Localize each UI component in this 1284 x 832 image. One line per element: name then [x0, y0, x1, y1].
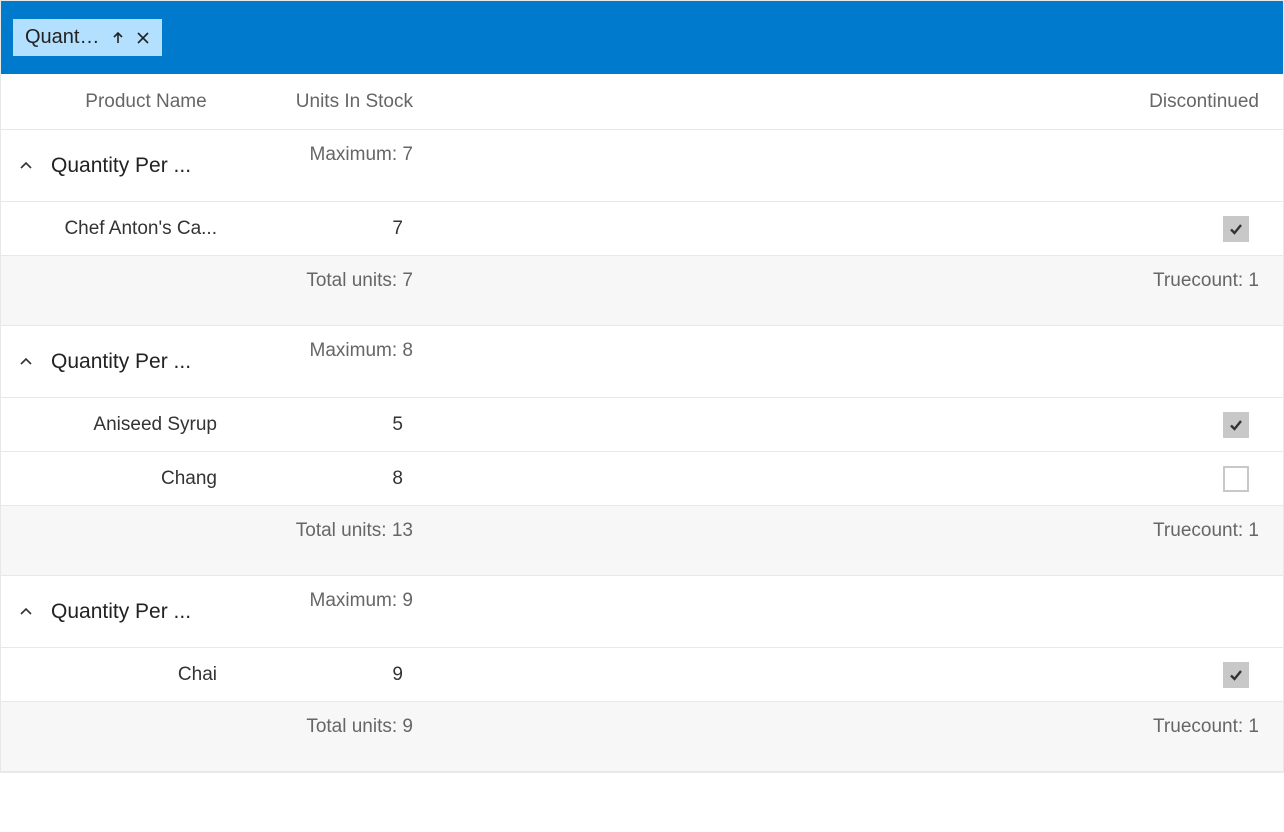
column-header-name[interactable]: Product Name: [51, 91, 241, 113]
group-chip-label: Quanti...: [25, 26, 100, 49]
cell-product-name: Chang: [51, 468, 241, 490]
column-header-discontinued[interactable]: Discontinued: [1113, 91, 1283, 113]
cell-discontinued: [1113, 216, 1283, 242]
cell-product-name: Aniseed Syrup: [51, 414, 241, 436]
group-aggregate: Maximum: 7: [241, 130, 421, 166]
cell-product-name: Chef Anton's Ca...: [51, 218, 241, 240]
footer-truecount: Truecount: 1: [1113, 270, 1283, 292]
cell-units: 5: [241, 414, 421, 436]
close-icon[interactable]: [136, 31, 150, 45]
checkbox[interactable]: [1223, 216, 1249, 242]
group-label: Quantity Per ...: [51, 154, 241, 178]
group-header[interactable]: Quantity Per ...Maximum: 7: [1, 130, 1283, 202]
group-footer: Total units: 7 Truecount: 1: [1, 256, 1283, 326]
group-label: Quantity Per ...: [51, 350, 241, 374]
group-label: Quantity Per ...: [51, 600, 241, 624]
cell-product-name: Chai: [51, 664, 241, 686]
chevron-up-icon[interactable]: [1, 158, 51, 174]
checkbox[interactable]: [1223, 466, 1249, 492]
cell-units: 9: [241, 664, 421, 686]
sort-ascending-icon[interactable]: [110, 30, 126, 46]
column-header-units[interactable]: Units In Stock: [241, 91, 421, 113]
footer-total-units: Total units: 7: [241, 270, 421, 292]
chevron-up-icon[interactable]: [1, 354, 51, 370]
footer-truecount: Truecount: 1: [1113, 520, 1283, 542]
checkbox[interactable]: [1223, 662, 1249, 688]
chevron-up-icon[interactable]: [1, 604, 51, 620]
cell-discontinued: [1113, 466, 1283, 492]
group-aggregate: Maximum: 8: [241, 326, 421, 362]
footer-truecount: Truecount: 1: [1113, 716, 1283, 738]
column-headers: Product Name Units In Stock Discontinued: [1, 74, 1283, 130]
table-row[interactable]: Chang8: [1, 452, 1283, 506]
cell-units: 8: [241, 468, 421, 490]
group-chip[interactable]: Quanti...: [13, 19, 162, 56]
group-header[interactable]: Quantity Per ...Maximum: 9: [1, 576, 1283, 648]
checkbox[interactable]: [1223, 412, 1249, 438]
table-row[interactable]: Chef Anton's Ca...7: [1, 202, 1283, 256]
data-grid: Quanti... Product Name Units In Stock Di…: [0, 0, 1284, 773]
cell-discontinued: [1113, 412, 1283, 438]
groups-container: Quantity Per ...Maximum: 7Chef Anton's C…: [1, 130, 1283, 772]
footer-total-units: Total units: 9: [241, 716, 421, 738]
cell-discontinued: [1113, 662, 1283, 688]
group-header[interactable]: Quantity Per ...Maximum: 8: [1, 326, 1283, 398]
group-footer: Total units: 9 Truecount: 1: [1, 702, 1283, 772]
table-row[interactable]: Chai9: [1, 648, 1283, 702]
cell-units: 7: [241, 218, 421, 240]
footer-total-units: Total units: 13: [241, 520, 421, 542]
group-aggregate: Maximum: 9: [241, 576, 421, 612]
group-footer: Total units: 13 Truecount: 1: [1, 506, 1283, 576]
table-row[interactable]: Aniseed Syrup5: [1, 398, 1283, 452]
group-panel: Quanti...: [1, 1, 1283, 74]
